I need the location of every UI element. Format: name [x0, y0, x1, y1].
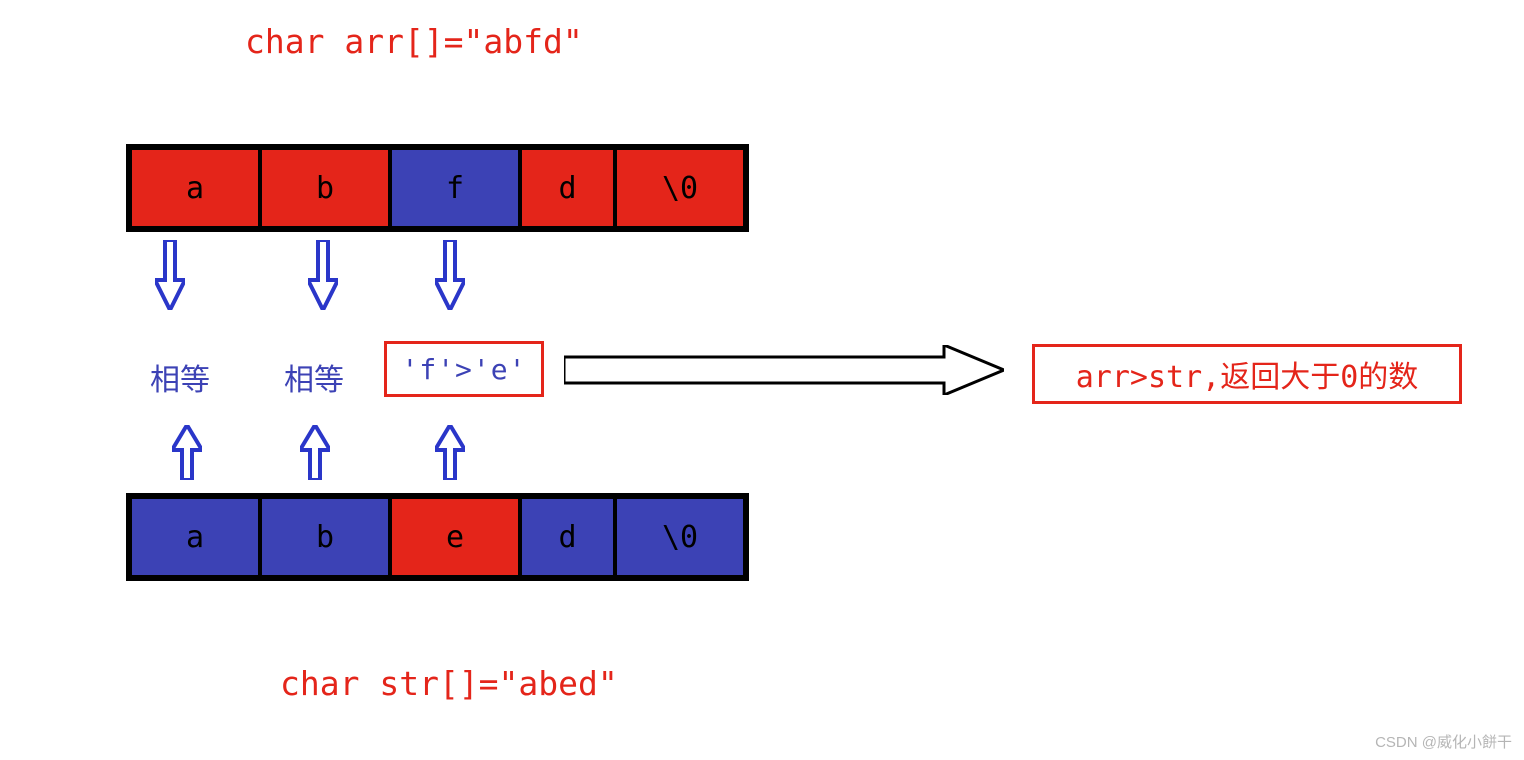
cell-arr-4: \0: [615, 148, 745, 228]
array-str: a b e d \0: [126, 493, 749, 581]
cell-str-3: d: [520, 497, 615, 577]
cell-arr-1: b: [260, 148, 390, 228]
array-arr: a b f d \0: [126, 144, 749, 232]
cell-str-2: e: [390, 497, 520, 577]
declaration-bottom: char str[]="abed": [280, 664, 618, 703]
arrow-down-icon: [435, 240, 465, 310]
compare-box: 'f'>'e': [384, 341, 544, 397]
cell-str-1: b: [260, 497, 390, 577]
label-equal-1: 相等: [150, 355, 210, 399]
cell-str-4: \0: [615, 497, 745, 577]
arrow-up-icon: [172, 425, 202, 480]
cell-arr-3: d: [520, 148, 615, 228]
arrow-up-icon: [435, 425, 465, 480]
label-equal-2: 相等: [284, 355, 344, 399]
arrow-right-icon: [564, 345, 1004, 395]
cell-str-0: a: [130, 497, 260, 577]
declaration-top: char arr[]="abfd": [245, 22, 583, 61]
result-box: arr>str,返回大于0的数: [1032, 344, 1462, 404]
cell-arr-2: f: [390, 148, 520, 228]
arrow-up-icon: [300, 425, 330, 480]
arrow-down-icon: [308, 240, 338, 310]
watermark: CSDN @威化小餅干: [1375, 731, 1512, 752]
cell-arr-0: a: [130, 148, 260, 228]
arrow-down-icon: [155, 240, 185, 310]
